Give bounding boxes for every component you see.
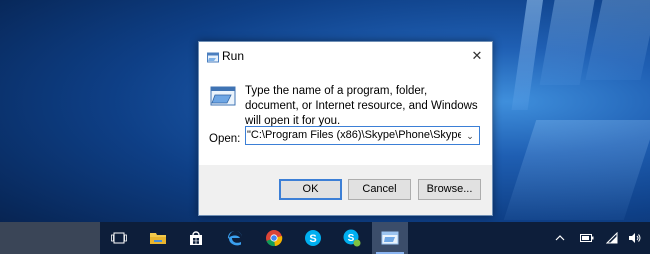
cancel-button[interactable]: Cancel: [348, 179, 411, 200]
run-program-icon: [209, 84, 237, 113]
instruction-text: Type the name of a program, folder, docu…: [245, 85, 478, 127]
task-view-icon[interactable]: [101, 222, 137, 254]
taskbar-left-area[interactable]: [0, 222, 100, 254]
svg-text:S: S: [309, 233, 316, 245]
chevron-down-icon[interactable]: ⌄: [464, 130, 476, 142]
skype-icon[interactable]: S: [295, 222, 331, 254]
open-label: Open:: [209, 133, 241, 145]
window-title: Run: [222, 49, 245, 63]
chevron-up-icon[interactable]: [552, 222, 568, 254]
battery-icon[interactable]: [578, 222, 596, 254]
browse-button[interactable]: Browse...: [418, 179, 481, 200]
ok-button[interactable]: OK: [279, 179, 342, 200]
edge-icon[interactable]: [217, 222, 253, 254]
run-icon[interactable]: [372, 222, 408, 254]
taskbar: S S: [0, 222, 650, 254]
wifi-icon[interactable]: [603, 222, 621, 254]
run-dialog: Run ✕ Type the name of a program, folder…: [198, 41, 493, 216]
wallpaper-light-beam: [503, 120, 650, 220]
wallpaper-light-beam: [585, 0, 650, 80]
open-command-input[interactable]: "C:\Program Files (x86)\Skype\Phone\Skyp…: [245, 126, 480, 145]
file-explorer-icon[interactable]: [140, 222, 176, 254]
store-icon[interactable]: [178, 222, 214, 254]
title-bar[interactable]: Run ✕: [199, 42, 492, 70]
wallpaper-light-beam: [511, 0, 545, 110]
volume-icon[interactable]: [626, 222, 644, 254]
open-command-value[interactable]: "C:\Program Files (x86)\Skype\Phone\Skyp…: [247, 129, 461, 141]
close-button[interactable]: ✕: [462, 42, 492, 70]
run-icon: [207, 50, 219, 68]
skype-secondary-icon[interactable]: S: [334, 222, 370, 254]
chrome-icon[interactable]: [256, 222, 292, 254]
